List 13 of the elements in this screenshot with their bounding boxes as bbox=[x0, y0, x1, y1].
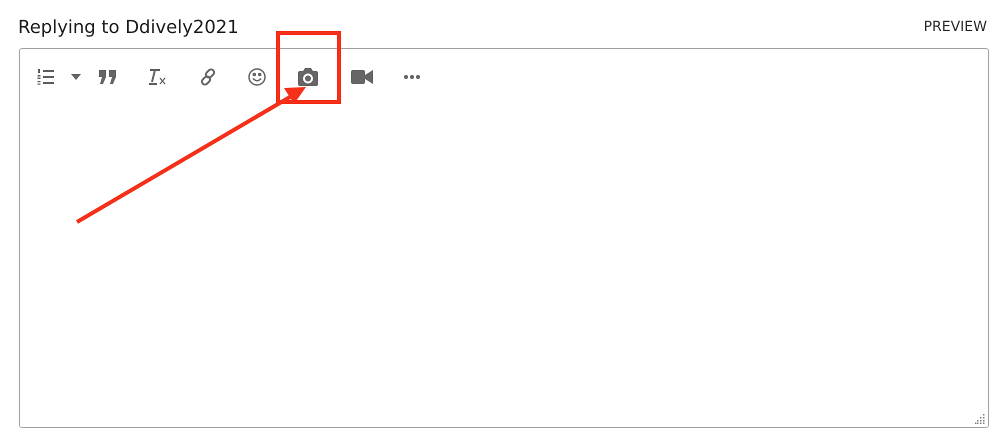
link-icon[interactable] bbox=[199, 68, 217, 86]
caret-icon[interactable] bbox=[71, 74, 81, 80]
more-icon[interactable] bbox=[404, 75, 420, 79]
video-camera-icon[interactable] bbox=[351, 69, 373, 85]
clear-format-icon[interactable] bbox=[148, 68, 168, 86]
resize-handle[interactable] bbox=[975, 414, 985, 424]
reply-heading: Replying to Ddively2021 bbox=[18, 16, 239, 38]
camera-icon[interactable] bbox=[297, 68, 319, 86]
editor-field[interactable] bbox=[19, 48, 989, 428]
preview-link[interactable]: PREVIEW bbox=[924, 19, 987, 35]
quote-icon[interactable] bbox=[99, 70, 117, 84]
numbered-list-icon[interactable] bbox=[37, 68, 55, 86]
smiley-icon[interactable] bbox=[248, 68, 266, 86]
